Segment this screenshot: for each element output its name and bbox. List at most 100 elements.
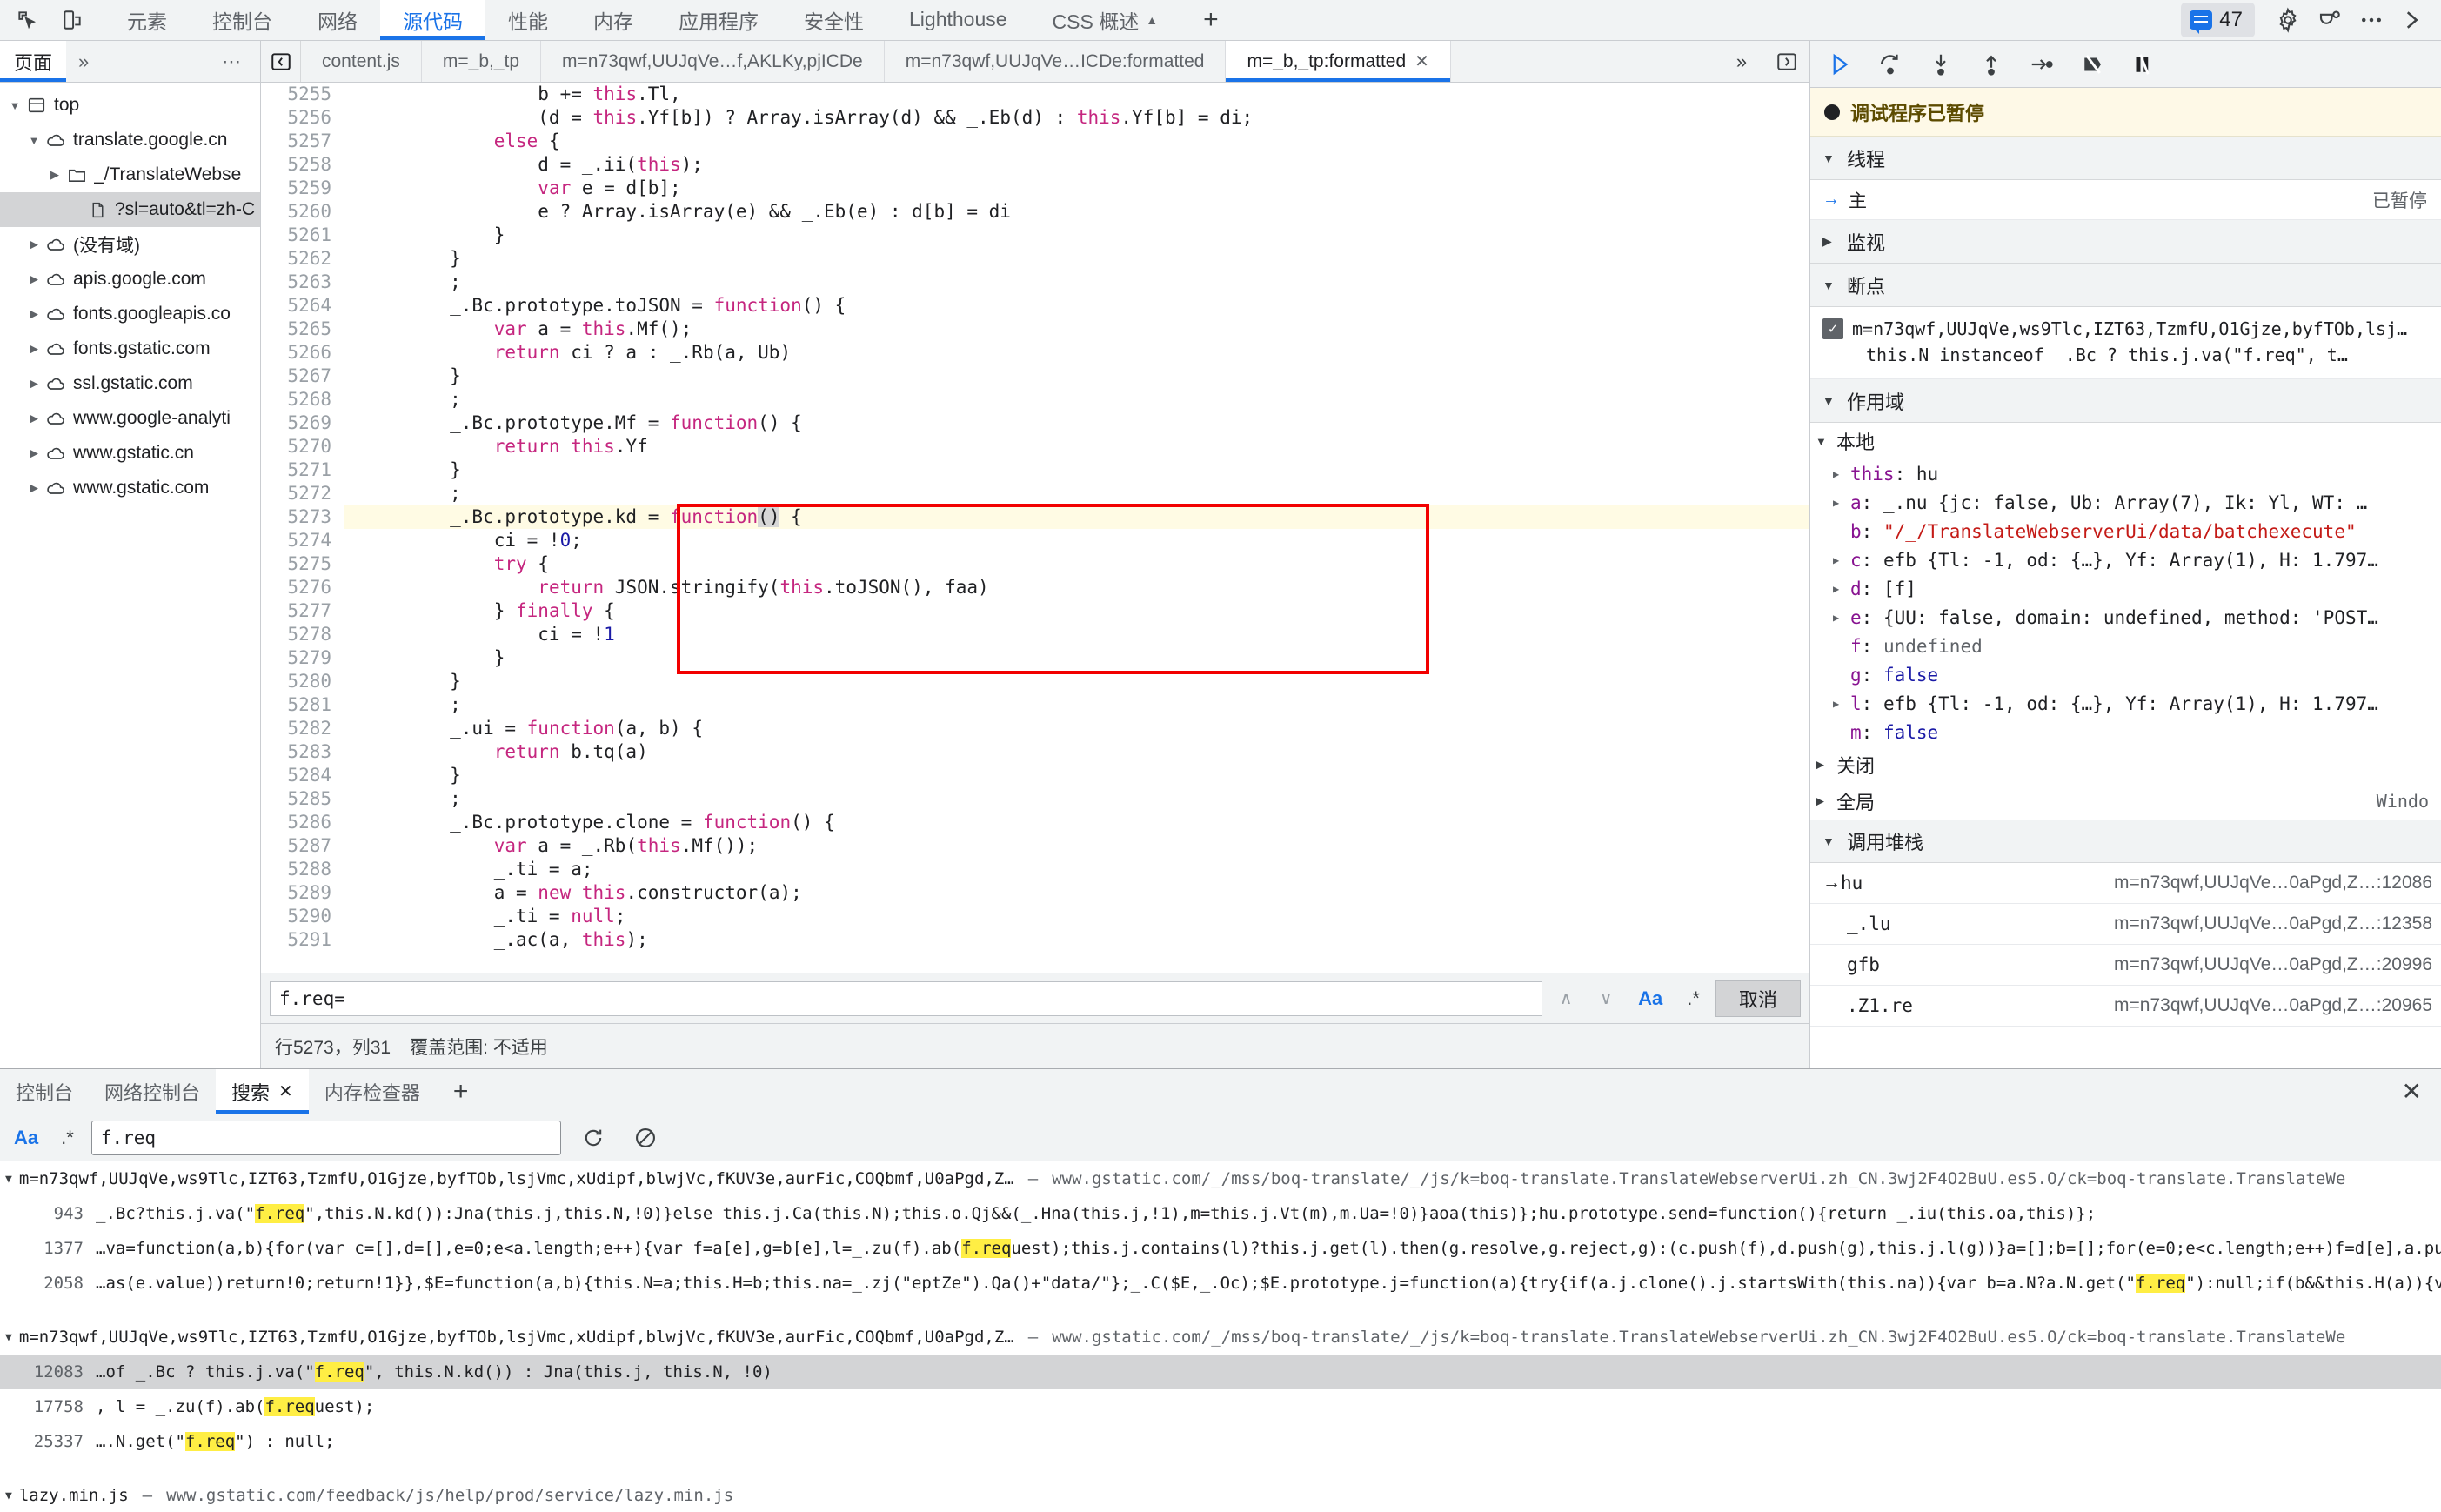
scope-var-f[interactable]: f: undefined <box>1810 632 2441 660</box>
section-call-stack[interactable]: ▼ 调用堆栈 <box>1810 820 2441 863</box>
tree-item-ssl-gstatic-com[interactable]: ▶ ssl.gstatic.com <box>0 366 260 401</box>
drawer-tab-search[interactable]: 搜索 ✕ <box>216 1069 309 1114</box>
step-into-icon[interactable] <box>1923 47 1958 82</box>
section-threads[interactable]: ▼ 线程 <box>1810 137 2441 180</box>
search-result-file-group[interactable]: ▼ m=n73qwf,UUJqVe,ws9Tlc,IZT63,TzmfU,O1G… <box>0 1320 2441 1355</box>
call-stack-frame-z1re[interactable]: .Z1.re m=n73qwf,UUJqVe…0aPgd,Z…:20965 <box>1810 986 2441 1027</box>
twisty-icon[interactable]: ▶ <box>24 411 43 425</box>
twisty-icon[interactable]: ▶ <box>1833 612 1850 624</box>
scope-var-b[interactable]: b: "/_/TranslateWebserverUi/data/batchex… <box>1810 517 2441 545</box>
twisty-icon[interactable]: ▼ <box>5 1173 12 1186</box>
inspect-icon[interactable] <box>7 3 47 37</box>
tab-memory[interactable]: 内存 <box>571 0 656 40</box>
scope-var-this[interactable]: ▶ this: hu <box>1810 459 2441 488</box>
tree-item-translatewebserver-folder[interactable]: ▶ _/TranslateWebse <box>0 157 260 192</box>
tab-network[interactable]: 网络 <box>295 0 380 40</box>
tree-item-www-gstatic-com[interactable]: ▶ www.gstatic.com <box>0 471 260 505</box>
editor-tab-n73qwf-formatted[interactable]: m=n73qwf,UUJqVe…ICDe:formatted <box>885 41 1227 82</box>
tree-item-fonts-gstatic-com[interactable]: ▶ fonts.gstatic.com <box>0 331 260 366</box>
section-scope[interactable]: ▼ 作用域 <box>1810 379 2441 423</box>
navigator-options-icon[interactable]: ⋯ <box>203 41 260 82</box>
tab-application[interactable]: 应用程序 <box>656 0 781 40</box>
twisty-icon[interactable]: ▼ <box>1816 435 1836 448</box>
twisty-icon[interactable]: ▶ <box>1833 583 1850 595</box>
pause-on-exceptions-icon[interactable] <box>2125 47 2160 82</box>
twisty-icon[interactable]: ▶ <box>24 446 43 460</box>
find-prev-icon[interactable]: ∧ <box>1549 987 1582 1009</box>
step-icon[interactable] <box>2024 47 2059 82</box>
section-breakpoints[interactable]: ▼ 断点 <box>1810 264 2441 307</box>
twisty-icon[interactable]: ▶ <box>45 168 64 182</box>
drawer-tab-network-console[interactable]: 网络控制台 <box>89 1069 216 1114</box>
feedback-icon[interactable] <box>2311 3 2349 37</box>
scope-group-local[interactable]: ▼ 本地 <box>1810 423 2441 459</box>
twisty-icon[interactable]: ▼ <box>1822 834 1836 848</box>
breakpoint-item[interactable]: ✓ m=n73qwf,UUJqVe,ws9Tlc,IZT63,TzmfU,O1G… <box>1810 307 2441 379</box>
twisty-icon[interactable]: ▼ <box>5 99 24 112</box>
close-icon[interactable]: ✕ <box>278 1080 293 1102</box>
call-stack-frame-gfb[interactable]: gfb m=n73qwf,UUJqVe…0aPgd,Z…:20996 <box>1810 945 2441 986</box>
find-match-case-toggle[interactable]: Aa <box>1629 987 1671 1010</box>
search-result-file-group[interactable]: ▼ m=n73qwf,UUJqVe,ws9Tlc,IZT63,TzmfU,O1G… <box>0 1161 2441 1196</box>
scope-var-l[interactable]: ▶ l: efb {Tl: -1, od: {…}, Yf: Array(1),… <box>1810 689 2441 718</box>
tab-security[interactable]: 安全性 <box>781 0 886 40</box>
clear-icon[interactable] <box>625 1121 665 1155</box>
deactivate-breakpoints-icon[interactable] <box>2075 47 2110 82</box>
twisty-icon[interactable]: ▶ <box>1833 698 1850 710</box>
scope-group-global[interactable]: ▶ 全局 Windo <box>1810 783 2441 820</box>
twisty-icon[interactable]: ▶ <box>1816 794 1836 808</box>
scope-var-a[interactable]: ▶ a: _.nu {jc: false, Ub: Array(7), Ik: … <box>1810 488 2441 517</box>
device-toggle-icon[interactable] <box>52 3 92 37</box>
twisty-icon[interactable]: ▶ <box>24 377 43 391</box>
navigator-tab-page[interactable]: 页面 <box>0 41 67 82</box>
tree-item-selected-document[interactable]: ?sl=auto&tl=zh-C <box>0 192 260 227</box>
twisty-icon[interactable]: ▶ <box>24 481 43 495</box>
refresh-icon[interactable] <box>573 1121 613 1155</box>
show-navigator-icon[interactable] <box>1764 41 1809 82</box>
find-regex-toggle[interactable]: .* <box>1678 987 1709 1010</box>
search-result-line[interactable]: 2058 …as(e.value))return!0;return!1}},$E… <box>0 1266 2441 1301</box>
twisty-icon[interactable]: ▶ <box>1822 234 1836 249</box>
tree-item-apis-google-com[interactable]: ▶ apis.google.com <box>0 262 260 297</box>
thread-row-main[interactable]: → 主 已暂停 <box>1810 180 2441 220</box>
twisty-icon[interactable]: ▶ <box>1816 758 1836 772</box>
search-result-line[interactable]: 17758 , l = _.zu(f).ab(f.request); <box>0 1389 2441 1424</box>
close-drawer-icon[interactable]: ✕ <box>2383 1069 2441 1114</box>
more-tabs-icon[interactable]: » <box>1719 41 1764 82</box>
search-match-case-toggle[interactable]: Aa <box>9 1127 43 1149</box>
scope-var-g[interactable]: g: false <box>1810 660 2441 689</box>
scope-var-m[interactable]: m: false <box>1810 718 2441 746</box>
search-result-line[interactable]: 1377 …va=function(a,b){for(var c=[],d=[]… <box>0 1231 2441 1266</box>
editor-tab-m-b-tp[interactable]: m=_b,_tp <box>422 41 542 82</box>
call-stack-frame-lu[interactable]: _.lu m=n73qwf,UUJqVe…0aPgd,Z…:12358 <box>1810 904 2441 945</box>
twisty-icon[interactable]: ▶ <box>24 272 43 286</box>
twisty-icon[interactable]: ▼ <box>1822 151 1836 165</box>
editor-tab-n73qwf-pjicde[interactable]: m=n73qwf,UUJqVe…f,AKLKy,pjICDe <box>541 41 885 82</box>
scope-var-c[interactable]: ▶ c: efb {Tl: -1, od: {…}, Yf: Array(1),… <box>1810 545 2441 574</box>
tree-item-www-google-analytics[interactable]: ▶ www.google-analyti <box>0 401 260 436</box>
twisty-icon[interactable]: ▶ <box>24 238 43 251</box>
breakpoint-checkbox[interactable]: ✓ <box>1822 318 1843 339</box>
tree-item-fonts-googleapis-com[interactable]: ▶ fonts.googleapis.co <box>0 297 260 331</box>
code-editor[interactable]: 5255 b += this.Tl, 5256 (d = this.Yf[b])… <box>261 83 1809 973</box>
twisty-icon[interactable]: ▼ <box>24 134 43 147</box>
tab-console[interactable]: 控制台 <box>190 0 295 40</box>
editor-tab-content-js[interactable]: content.js <box>301 41 422 82</box>
drawer-tab-memory-inspector[interactable]: 内存检查器 <box>309 1069 436 1114</box>
scope-group-closure[interactable]: ▶ 关闭 <box>1810 746 2441 783</box>
step-out-icon[interactable] <box>1974 47 2009 82</box>
twisty-icon[interactable]: ▼ <box>1822 278 1836 292</box>
twisty-icon[interactable]: ▶ <box>24 307 43 321</box>
gear-icon[interactable] <box>2269 3 2307 37</box>
step-over-icon[interactable] <box>1873 47 1908 82</box>
scope-var-d[interactable]: ▶ d: [f] <box>1810 574 2441 603</box>
twisty-icon[interactable]: ▼ <box>1822 394 1836 408</box>
add-drawer-tab-icon[interactable]: + <box>436 1069 486 1114</box>
search-result-line[interactable]: 25337 ….N.get("f.req") : null; <box>0 1424 2441 1459</box>
editor-tab-m-b-tp-formatted[interactable]: m=_b,_tp:formatted ✕ <box>1226 41 1451 82</box>
drawer-tab-console[interactable]: 控制台 <box>0 1069 89 1114</box>
toggle-navigator-icon[interactable] <box>261 41 301 82</box>
call-stack-frame-hu[interactable]: → hu m=n73qwf,UUJqVe…0aPgd,Z…:12086 <box>1810 863 2441 904</box>
find-input[interactable]: f.req= <box>270 980 1543 1016</box>
find-cancel-button[interactable]: 取消 <box>1715 980 1801 1017</box>
